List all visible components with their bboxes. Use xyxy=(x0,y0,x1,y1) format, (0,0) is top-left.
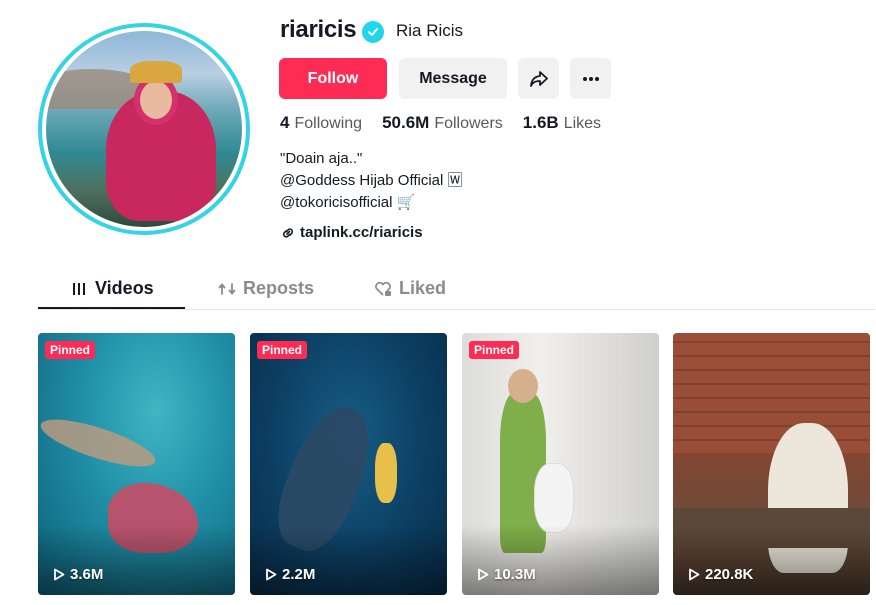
stat-followers[interactable]: 50.6M Followers xyxy=(382,113,503,133)
profile-stats: 4 Following 50.6M Followers 1.6B Likes xyxy=(280,113,601,133)
share-icon xyxy=(529,70,548,87)
link-icon xyxy=(282,227,294,238)
pinned-badge: Pinned xyxy=(257,341,308,359)
tab-liked[interactable]: Liked xyxy=(374,268,446,309)
bio-line: @Goddess Hijab Official 🅆 xyxy=(280,172,463,189)
share-button[interactable] xyxy=(518,58,559,99)
stat-following[interactable]: 4 Following xyxy=(280,113,362,133)
repost-icon xyxy=(218,282,236,295)
more-dots-icon xyxy=(582,76,599,81)
profile-tabs: Videos Reposts Liked xyxy=(38,268,875,310)
play-icon xyxy=(689,568,700,581)
display-name: Ria Ricis xyxy=(396,21,464,40)
bio: "Doain aja.." @Goddess Hijab Official 🅆 … xyxy=(280,148,463,214)
bio-line: @tokoricisofficial 🛒 xyxy=(280,194,416,211)
tab-videos[interactable]: Videos xyxy=(72,268,154,309)
video-card[interactable]: 220.8K xyxy=(673,333,870,595)
play-icon xyxy=(54,568,65,581)
avatar-image xyxy=(46,31,242,227)
heart-lock-icon xyxy=(375,281,391,296)
verified-badge-icon xyxy=(362,21,384,43)
video-card[interactable]: Pinned 2.2M xyxy=(250,333,447,595)
bio-line: "Doain aja.." xyxy=(280,150,363,167)
view-count: 220.8K xyxy=(688,566,753,583)
view-count: 10.3M xyxy=(477,566,536,583)
avatar[interactable] xyxy=(38,23,250,235)
active-tab-indicator xyxy=(38,307,185,309)
follow-button[interactable]: Follow xyxy=(279,58,387,99)
stat-likes: 1.6B Likes xyxy=(522,113,602,132)
message-button[interactable]: Message xyxy=(399,58,507,99)
play-icon xyxy=(266,568,277,581)
pinned-badge: Pinned xyxy=(469,341,520,359)
play-icon xyxy=(478,568,489,581)
bio-link[interactable]: taplink.cc/riaricis xyxy=(280,224,423,241)
video-card[interactable]: Pinned 3.6M xyxy=(38,333,235,595)
pinned-badge: Pinned xyxy=(45,341,96,359)
view-count: 2.2M xyxy=(265,566,315,583)
video-card[interactable]: Pinned 10.3M xyxy=(462,333,659,595)
more-options-button[interactable] xyxy=(570,58,611,99)
tab-reposts[interactable]: Reposts xyxy=(218,268,314,309)
grid-icon xyxy=(73,282,85,295)
view-count: 3.6M xyxy=(53,566,103,583)
username: riaricis xyxy=(280,16,357,43)
